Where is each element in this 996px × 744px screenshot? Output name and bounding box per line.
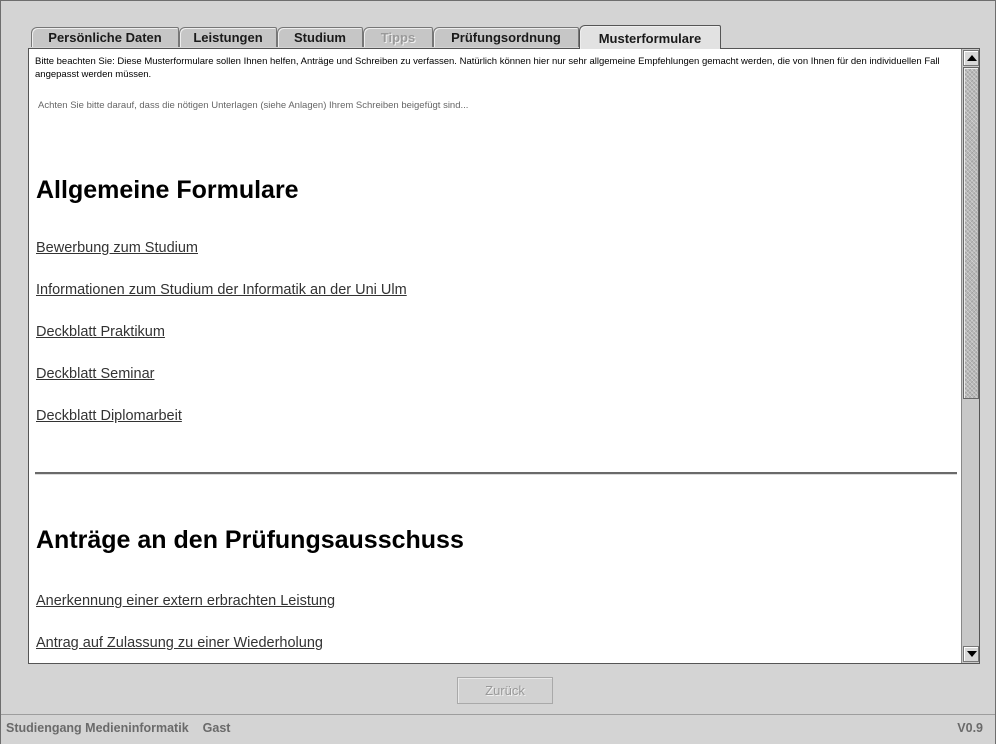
link-bewerbung-zum-studium[interactable]: Bewerbung zum Studium xyxy=(36,240,198,256)
intro-hint-text: Achten Sie bitte darauf, dass die nötige… xyxy=(38,100,469,111)
status-version: V0.9 xyxy=(957,721,983,735)
link-deckblatt-seminar[interactable]: Deckblatt Seminar xyxy=(36,366,154,382)
tab-musterformulare[interactable]: Musterformulare xyxy=(579,25,721,49)
link-informationen-studium-informatik[interactable]: Informationen zum Studium der Informatik… xyxy=(36,282,407,298)
link-anerkennung-externe-leistung[interactable]: Anerkennung einer extern erbrachten Leis… xyxy=(36,593,335,609)
content-panel: Bitte beachten Sie: Diese Musterformular… xyxy=(28,48,980,664)
status-info: Studiengang Medieninformatik Gast xyxy=(6,721,230,735)
status-bar: Studiengang Medieninformatik Gast V0.9 xyxy=(1,714,995,744)
scroll-up-button[interactable] xyxy=(963,50,979,66)
tab-persoenliche-daten[interactable]: Persönliche Daten xyxy=(31,27,179,47)
scroll-down-button[interactable] xyxy=(963,646,979,662)
back-button[interactable]: Zurück xyxy=(457,677,553,704)
tab-studium[interactable]: Studium xyxy=(277,27,363,47)
link-deckblatt-praktikum[interactable]: Deckblatt Praktikum xyxy=(36,324,165,340)
arrow-up-icon xyxy=(967,55,977,61)
status-user: Gast xyxy=(202,721,231,735)
link-deckblatt-diplomarbeit[interactable]: Deckblatt Diplomarbeit xyxy=(36,408,182,424)
tab-pruefungsordnung[interactable]: Prüfungsordnung xyxy=(433,27,579,47)
section-heading-antraege-pruefungsausschuss: Anträge an den Prüfungsausschuss xyxy=(36,526,464,554)
arrow-down-icon xyxy=(967,651,977,657)
section-heading-allgemeine-formulare: Allgemeine Formulare xyxy=(36,176,299,204)
status-program: Studiengang Medieninformatik xyxy=(6,721,189,735)
horizontal-rule xyxy=(35,472,957,475)
application-window: Persönliche Daten Leistungen Studium Tip… xyxy=(0,0,996,744)
intro-text: Bitte beachten Sie: Diese Musterformular… xyxy=(35,56,940,80)
scrollbar-thumb[interactable] xyxy=(963,67,979,399)
vertical-scrollbar[interactable] xyxy=(961,49,979,663)
tab-leistungen[interactable]: Leistungen xyxy=(179,27,277,47)
tab-tipps[interactable]: Tipps xyxy=(363,27,433,47)
link-antrag-zulassung-wiederholung[interactable]: Antrag auf Zulassung zu einer Wiederholu… xyxy=(36,635,323,651)
html-content-view: Bitte beachten Sie: Diese Musterformular… xyxy=(31,51,959,661)
